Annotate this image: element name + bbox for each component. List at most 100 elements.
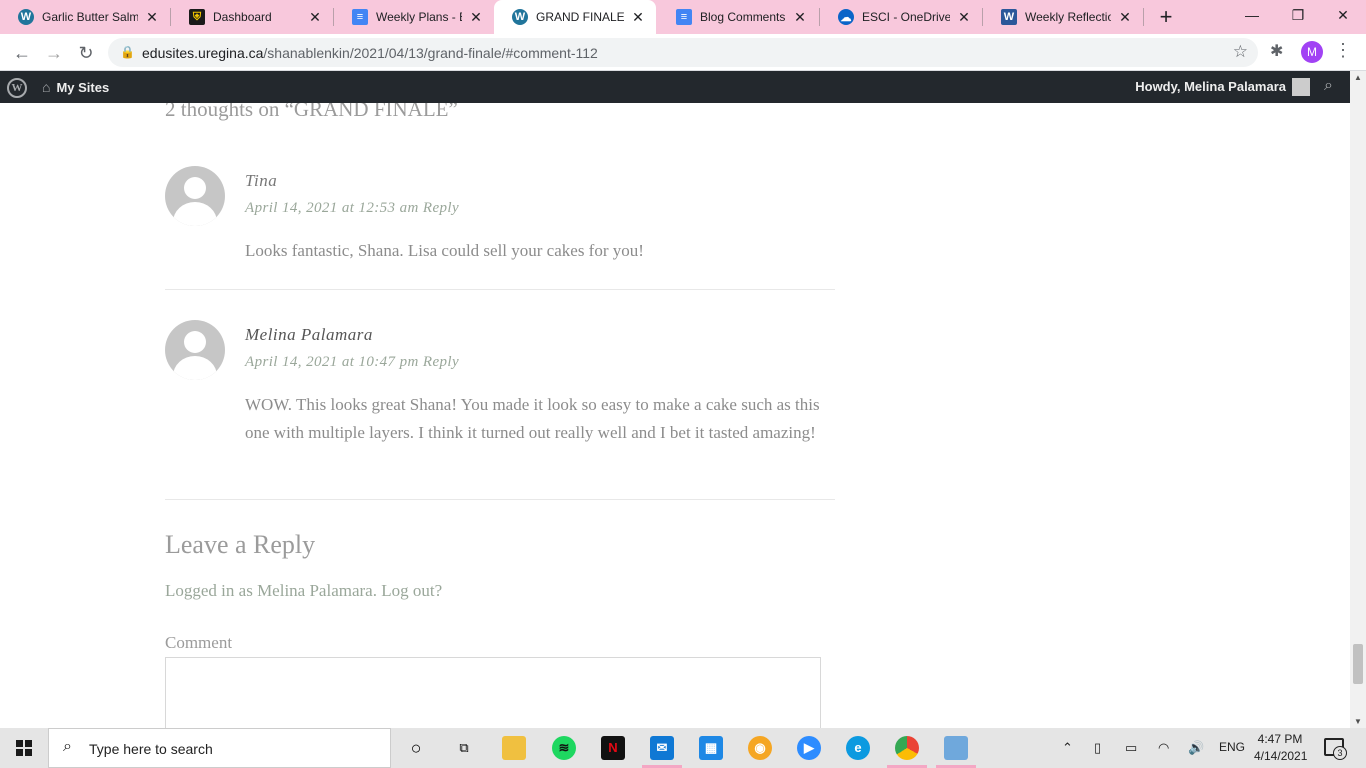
taskbar-clock[interactable]: 4:47 PM 4/14/2021 <box>1254 731 1308 765</box>
google-docs-icon: ≡ <box>352 9 368 25</box>
close-tab-icon[interactable]: ✕ <box>792 9 808 26</box>
netflix-icon[interactable]: N <box>601 736 625 760</box>
scroll-up-arrow-icon[interactable]: ▲ <box>1354 73 1362 82</box>
comment-label: Comment <box>165 633 233 652</box>
wordpress-logo-icon[interactable]: W <box>7 78 27 98</box>
tab-weekly-plans[interactable]: ≡ Weekly Plans - EDT ✕ <box>334 0 494 34</box>
notification-count-badge: 3 <box>1333 746 1347 760</box>
close-tab-icon[interactable]: ✕ <box>956 9 972 26</box>
zoom-icon[interactable]: ▶ <box>797 736 821 760</box>
close-window-icon[interactable]: ✕ <box>1320 0 1366 30</box>
cortana-icon[interactable]: ○ <box>404 736 428 760</box>
edge-icon[interactable]: e <box>846 736 870 760</box>
comment-text: Looks fantastic, Shana. Lisa could sell … <box>245 241 644 260</box>
logout-link[interactable]: Log out? <box>381 581 442 600</box>
comments-title: 2 thoughts on “GRAND FINALE” <box>165 103 458 121</box>
page-scrollbar[interactable]: ▲ ▼ <box>1350 71 1366 728</box>
address-bar[interactable]: 🔒 edusites.uregina.ca/shanablenkin/2021/… <box>108 38 1258 67</box>
leave-reply-title: Leave a Reply <box>165 530 316 559</box>
restore-icon[interactable]: ❐ <box>1275 0 1321 30</box>
windows-taskbar: ⌕ Type here to search ○ ⧉ ≋ N ✉ ▦ ◉ ▶ e … <box>0 728 1366 768</box>
search-icon[interactable]: ⌕ <box>1324 77 1333 95</box>
mail-icon[interactable]: ✉ <box>650 736 674 760</box>
photos-icon[interactable] <box>944 736 968 760</box>
tab-esci-onedrive[interactable]: ☁ ESCI - OneDrive ✕ <box>820 0 982 34</box>
task-view-icon[interactable]: ⧉ <box>452 736 476 760</box>
house-icon: ⌂ <box>42 79 51 95</box>
howdy-user-menu[interactable]: Howdy, Melina Palamara <box>1135 79 1286 94</box>
close-tab-icon[interactable]: ✕ <box>144 9 160 26</box>
comment-date-link[interactable]: April 14, 2021 at 10:47 pm <box>245 354 419 370</box>
spotify-icon[interactable]: ≋ <box>552 736 576 760</box>
my-sites-link[interactable]: ⌂ My Sites <box>42 79 109 95</box>
extensions-puzzle-icon[interactable]: ✱ <box>1270 41 1283 61</box>
minimize-icon[interactable]: — <box>1229 0 1275 30</box>
scrollbar-thumb[interactable] <box>1353 644 1363 684</box>
tab-title: Blog Comments - G <box>700 10 786 24</box>
reply-link[interactable]: Reply <box>423 200 459 216</box>
taskbar-search-placeholder: Type here to search <box>89 741 213 757</box>
comment-author: Tina <box>245 171 278 190</box>
back-arrow-icon[interactable]: ← <box>9 40 35 66</box>
device-icon[interactable]: ▯ <box>1094 740 1101 756</box>
tab-title: ESCI - OneDrive <box>862 10 950 24</box>
comment-item: Tina April 14, 2021 at 12:53 am Reply Lo… <box>165 166 835 290</box>
wordpress-icon: W <box>18 9 34 25</box>
volume-icon[interactable]: 🔊 <box>1188 740 1204 756</box>
tab-grand-finale[interactable]: W GRAND FINALE – S ✕ <box>494 0 656 34</box>
comment-author: Melina Palamara <box>245 325 373 344</box>
browser-app-icon[interactable]: ◉ <box>748 736 772 760</box>
file-explorer-icon[interactable] <box>502 736 526 760</box>
tab-garlic-butter-salmon[interactable]: W Garlic Butter Salmo ✕ <box>0 0 170 34</box>
search-icon: ⌕ <box>63 738 72 755</box>
google-docs-icon: ≡ <box>676 9 692 25</box>
browser-menu-icon[interactable]: ⋮ <box>1334 40 1352 61</box>
avatar <box>165 166 225 226</box>
reload-icon[interactable]: ↻ <box>73 40 99 66</box>
tab-title: Garlic Butter Salmo <box>42 10 138 24</box>
taskbar-search-box[interactable]: ⌕ Type here to search <box>48 728 391 768</box>
tab-title: GRAND FINALE – S <box>536 10 624 24</box>
comment-text: WOW. This looks great Shana! You made it… <box>245 395 820 442</box>
tab-weekly-reflections[interactable]: W Weekly Reflections ✕ <box>983 0 1143 34</box>
comment-date-link[interactable]: April 14, 2021 at 12:53 am <box>245 200 419 216</box>
user-avatar[interactable] <box>1292 78 1310 96</box>
wordpress-icon: W <box>512 9 528 25</box>
show-hidden-icons-chevron-icon[interactable]: ⌃ <box>1062 740 1073 756</box>
tab-blog-comments[interactable]: ≡ Blog Comments - G ✕ <box>658 0 818 34</box>
comment-textarea[interactable] <box>165 657 821 728</box>
wp-admin-bar: W ⌂ My Sites Howdy, Melina Palamara <box>0 71 1350 103</box>
close-tab-icon[interactable]: ✕ <box>468 9 484 26</box>
comment-divider <box>165 499 835 500</box>
browser-tab-strip: W Garlic Butter Salmo ✕ ⛨ Dashboard ✕ ≡ … <box>0 0 1366 34</box>
language-indicator[interactable]: ENG <box>1219 740 1245 754</box>
calendar-icon[interactable]: ▦ <box>699 736 723 760</box>
wifi-icon[interactable]: ◠ <box>1158 740 1169 756</box>
forward-arrow-icon[interactable]: → <box>41 40 67 66</box>
profile-avatar[interactable]: M <box>1301 41 1323 63</box>
comment-meta: April 14, 2021 at 10:47 pm Reply <box>245 354 459 371</box>
battery-icon[interactable]: ▭ <box>1125 740 1137 756</box>
bookmark-star-icon[interactable]: ☆ <box>1233 42 1248 62</box>
chrome-icon[interactable] <box>895 736 919 760</box>
new-tab-button[interactable]: + <box>1152 3 1180 31</box>
url-text: edusites.uregina.ca/shanablenkin/2021/04… <box>142 45 598 61</box>
close-tab-icon[interactable]: ✕ <box>307 9 323 26</box>
clock-date: 4/14/2021 <box>1254 749 1308 763</box>
reply-link[interactable]: Reply <box>423 354 459 370</box>
comment-meta: April 14, 2021 at 12:53 am Reply <box>245 200 459 217</box>
close-tab-icon[interactable]: ✕ <box>630 9 646 26</box>
close-tab-icon[interactable]: ✕ <box>1117 9 1133 26</box>
tab-divider <box>1143 8 1144 26</box>
url-path: /shanablenkin/2021/04/13/grand-finale/#c… <box>263 45 598 61</box>
onedrive-icon: ☁ <box>838 9 854 25</box>
page-content: 2 thoughts on “GRAND FINALE” Tina April … <box>0 103 1350 728</box>
windows-start-icon[interactable] <box>16 740 32 756</box>
tab-dashboard[interactable]: ⛨ Dashboard ✕ <box>171 0 333 34</box>
clock-time: 4:47 PM <box>1257 732 1303 746</box>
comment-item: Melina Palamara April 14, 2021 at 10:47 … <box>165 320 835 500</box>
word-icon: W <box>1001 9 1017 25</box>
logged-in-link[interactable]: Logged in as Melina Palamara. <box>165 581 377 600</box>
scroll-down-arrow-icon[interactable]: ▼ <box>1354 717 1362 726</box>
shield-icon: ⛨ <box>189 9 205 25</box>
